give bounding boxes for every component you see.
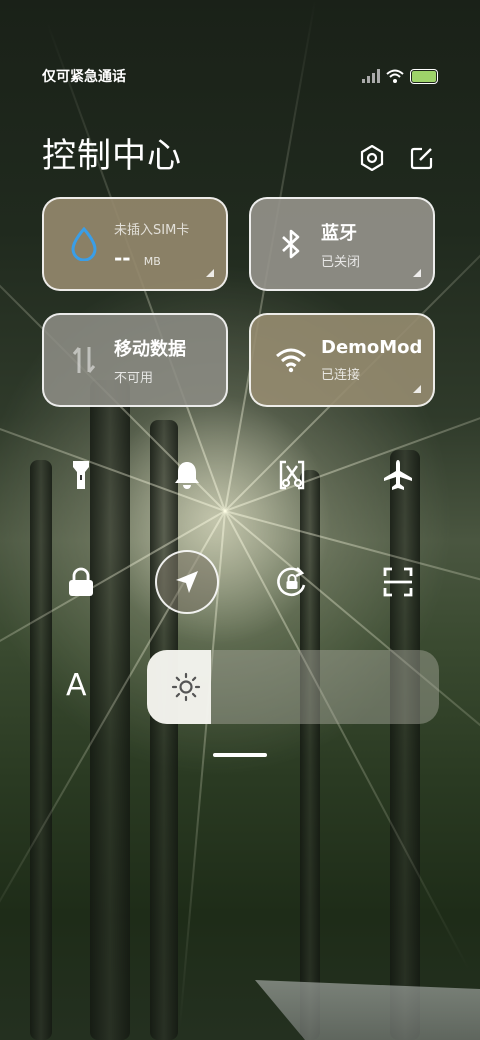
- rotation-lock-icon: [277, 567, 306, 597]
- bluetooth-tile[interactable]: 蓝牙 已关闭: [249, 197, 435, 291]
- page-title: 控制中心: [42, 136, 182, 176]
- signal-icon: [362, 69, 380, 83]
- location-button[interactable]: [155, 550, 219, 614]
- wifi-icon: [276, 348, 306, 373]
- flashlight-icon: [73, 461, 89, 489]
- wifi-status: 已连接: [321, 368, 361, 383]
- scan-icon: [383, 567, 413, 597]
- expand-corner-icon: [413, 385, 421, 393]
- wifi-icon: [386, 69, 404, 83]
- water-drop-icon: [71, 227, 97, 261]
- screenshot-button[interactable]: [260, 443, 324, 507]
- data-usage-tile[interactable]: 未插入SIM卡 -- MB: [42, 197, 228, 291]
- rotation-lock-button[interactable]: [260, 550, 324, 614]
- mobile-data-tile[interactable]: 移动数据 不可用: [42, 313, 228, 407]
- expand-corner-icon: [206, 269, 214, 277]
- sun-icon: [171, 672, 201, 702]
- settings-button[interactable]: [358, 144, 386, 172]
- bluetooth-status: 已关闭: [321, 254, 361, 270]
- scissors-icon: [279, 460, 305, 490]
- close-handle[interactable]: [213, 753, 267, 757]
- data-arrows-icon: [72, 347, 96, 373]
- status-bar: 仅可紧急通话: [42, 64, 438, 88]
- battery-icon: [410, 68, 438, 84]
- bell-icon: [175, 462, 199, 489]
- header-actions: [358, 144, 436, 172]
- wifi-network-name: DemoMod: [321, 337, 423, 358]
- airplane-mode-button[interactable]: [366, 443, 430, 507]
- sim-status-label: 未插入SIM卡: [114, 222, 190, 238]
- mobile-data-status: 不可用: [114, 370, 154, 386]
- airplane-icon: [384, 460, 412, 490]
- status-icons: [362, 68, 438, 84]
- mobile-data-label: 移动数据: [114, 338, 186, 360]
- settings-icon: [360, 145, 384, 171]
- scanner-button[interactable]: [366, 550, 430, 614]
- flashlight-button[interactable]: [49, 443, 113, 507]
- bluetooth-label: 蓝牙: [321, 222, 357, 244]
- font-size-icon[interactable]: A: [66, 668, 87, 703]
- ring-button[interactable]: [155, 443, 219, 507]
- lock-screen-button[interactable]: [49, 550, 113, 614]
- bluetooth-icon: [282, 229, 300, 259]
- expand-corner-icon: [413, 269, 421, 277]
- wifi-tile[interactable]: DemoMod 已连接: [249, 313, 435, 407]
- edit-button[interactable]: [408, 144, 436, 172]
- lock-icon: [69, 567, 93, 596]
- edit-icon: [410, 147, 433, 170]
- data-usage-value: -- MB: [114, 245, 161, 270]
- brightness-slider[interactable]: [147, 650, 439, 724]
- navigation-arrow-icon: [176, 571, 198, 593]
- carrier-text: 仅可紧急通话: [42, 69, 126, 85]
